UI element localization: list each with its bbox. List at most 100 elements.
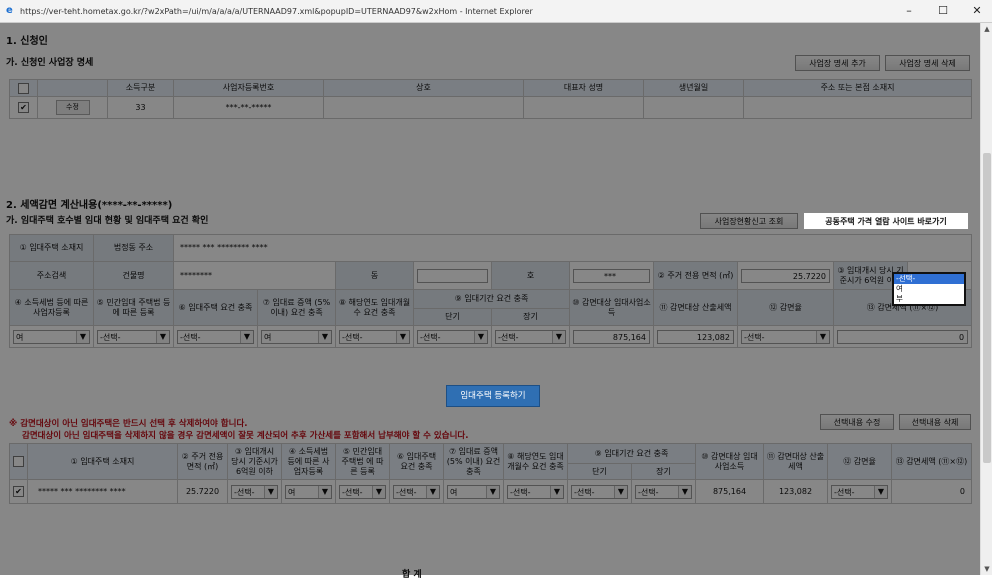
warning-line-2: 감면대상이 아닌 임대주택을 삭제하지 않을 경우 감면세액이 잘못 계산되어 … <box>22 431 469 441</box>
vertical-scrollbar[interactable]: ▲ ▼ <box>980 23 992 575</box>
dropdown-option-yes[interactable]: 여 <box>894 284 964 294</box>
rental-law-select[interactable]: -선택- ▼ <box>97 329 170 344</box>
rent-increase-label: ⑦ 임대료 증액 (5% 이내) 요건 충족 <box>257 289 336 326</box>
list-req-select[interactable]: -선택- ▼ <box>393 484 440 499</box>
window-url: https://ver-teht.hometax.go.kr/?w2xPath=… <box>20 6 533 16</box>
list-col-reduce-tax: ⑬ 감면세액 (⑪×⑫) <box>891 443 972 480</box>
scroll-down-icon[interactable]: ▼ <box>981 563 992 575</box>
select-all-checkbox[interactable] <box>18 82 29 94</box>
list-col-rate: ⑫ 감면율 <box>827 443 892 480</box>
long-term-label: 장기 <box>491 308 570 326</box>
chevron-down-icon: ▼ <box>318 330 331 343</box>
housing-entry-table: ① 임대주택 소재지 법정동 주소 ***** *** ******** ***… <box>9 234 973 348</box>
list-area-value: 25.7220 <box>177 479 228 504</box>
section1-title: 1. 신청인 <box>6 36 48 47</box>
table-row[interactable]: ✔ ***** *** ******** **** 25.7220 -선택- ▼ … <box>9 479 972 504</box>
delete-business-button[interactable]: 사업장 명세 삭제 <box>885 55 970 71</box>
chevron-down-icon: ▼ <box>240 330 253 343</box>
bizno-value: ***-**-***** <box>173 96 324 119</box>
req-label: ⑥ 임대주택 요건 충족 <box>173 289 258 326</box>
row-checkbox[interactable]: ✔ <box>18 102 29 113</box>
rent-increase-select[interactable]: 여 ▼ <box>261 329 332 344</box>
address-label: ① 임대주택 소재지 <box>9 234 94 262</box>
company-name-value <box>323 96 524 119</box>
list-long-select[interactable]: -선택- ▼ <box>635 484 692 499</box>
chevron-down-icon: ▼ <box>874 485 887 498</box>
minimize-button[interactable]: – <box>892 0 926 22</box>
price-dropdown-list[interactable]: -선택- 여 부 <box>892 272 966 306</box>
ho-label: 호 <box>491 261 570 290</box>
list-rent-increase-select[interactable]: 여 ▼ <box>447 484 500 499</box>
req-select[interactable]: -선택- ▼ <box>177 329 254 344</box>
long-term-select[interactable]: -선택- ▼ <box>495 329 566 344</box>
rate-select[interactable]: -선택- ▼ <box>741 329 830 344</box>
business-table: 소득구분 사업자등록번호 상호 대표자 성명 생년월일 주소 또는 본점 소재지… <box>9 79 972 119</box>
reduce-income-label: ⑩ 감면대상 임대사업소득 <box>569 289 654 326</box>
business-status-lookup-button[interactable]: 사업장현황신고 조회 <box>700 213 798 229</box>
year-count-select[interactable]: -선택- ▼ <box>339 329 410 344</box>
chevron-down-icon: ▼ <box>264 485 277 498</box>
short-term-label: 단기 <box>413 308 492 326</box>
close-button[interactable]: ✕ <box>960 0 992 22</box>
address-search-button[interactable]: 주소검색 <box>9 261 94 290</box>
chevron-down-icon: ▼ <box>552 330 565 343</box>
col-birthdate: 생년월일 <box>643 79 744 97</box>
dong-input[interactable] <box>417 268 488 283</box>
legal-dong-value: ***** *** ******** **** <box>172 234 973 262</box>
reduce-income-input[interactable]: 875,164 <box>573 329 650 344</box>
chevron-down-icon: ▼ <box>486 485 499 498</box>
list-row-checkbox[interactable]: ✔ <box>13 486 24 497</box>
section1-subtitle: 가. 신청인 사업장 명세 <box>6 58 94 68</box>
chevron-down-icon: ▼ <box>426 485 439 498</box>
maximize-button[interactable]: ☐ <box>926 0 960 22</box>
income-tax-select[interactable]: 여 ▼ <box>13 329 90 344</box>
rental-law-label: ⑤ 민간임대 주택법 등에 따른 등록 <box>93 289 174 326</box>
header-blank <box>37 79 108 97</box>
page-content: 1. 신청인 가. 신청인 사업장 명세 사업장 명세 추가 사업장 명세 삭제… <box>0 23 980 580</box>
chevron-down-icon: ▼ <box>614 485 627 498</box>
list-short-select[interactable]: -선택- ▼ <box>571 484 628 499</box>
register-housing-button[interactable]: 임대주택 등록하기 <box>446 385 540 407</box>
list-rate-select[interactable]: -선택- ▼ <box>831 484 888 499</box>
chevron-down-icon: ▼ <box>678 485 691 498</box>
list-address-value: ***** *** ******** **** <box>27 479 178 504</box>
scroll-up-icon[interactable]: ▲ <box>981 23 992 35</box>
list-calc-tax-value: 123,082 <box>763 479 828 504</box>
add-business-button[interactable]: 사업장 명세 추가 <box>795 55 880 71</box>
list-col-year-count: ⑧ 해당연도 임대개월수 요건 충족 <box>503 443 568 480</box>
dropdown-option-select[interactable]: -선택- <box>894 274 964 284</box>
dropdown-option-no[interactable]: 부 <box>894 294 964 304</box>
ho-input[interactable]: *** <box>573 268 650 283</box>
list-select-all-checkbox[interactable] <box>13 456 24 467</box>
chevron-down-icon: ▼ <box>318 485 331 498</box>
calc-tax-input[interactable]: 123,082 <box>657 329 734 344</box>
list-reduce-income-value: 875,164 <box>695 479 764 504</box>
list-income-tax-select[interactable]: 여 ▼ <box>285 484 332 499</box>
list-col-calc-tax: ⑪ 감면대상 산출세액 <box>763 443 828 480</box>
apartment-price-site-link-button[interactable]: 공동주택 가격 열람 사이트 바로가기 <box>803 212 969 230</box>
chevron-down-icon: ▼ <box>76 330 89 343</box>
scroll-thumb[interactable] <box>983 153 991 463</box>
short-term-select[interactable]: -선택- ▼ <box>417 329 488 344</box>
area-input[interactable]: 25.7220 <box>741 268 830 283</box>
area-label: ② 주거 전용 면적 (㎡) <box>653 261 738 290</box>
list-price-select[interactable]: -선택- ▼ <box>231 484 278 499</box>
edit-row-button[interactable]: 수정 <box>55 100 90 115</box>
edit-selected-button[interactable]: 선택내용 수정 <box>820 414 894 430</box>
table-row[interactable]: ✔ 수정 33 ***-**-***** <box>9 96 972 119</box>
list-col-rent-increase: ⑦ 임대료 증액 (5% 이내) 요건 충족 <box>443 443 504 480</box>
reduce-tax-input[interactable]: 0 <box>837 329 969 344</box>
list-col-short: 단기 <box>567 463 632 480</box>
header-checkbox-cell[interactable] <box>9 79 38 97</box>
chevron-down-icon: ▼ <box>816 330 829 343</box>
window-titlebar: e https://ver-teht.hometax.go.kr/?w2xPat… <box>0 0 992 23</box>
calc-tax-label: ⑪ 감면대상 산출세액 <box>653 289 738 326</box>
section2-subtitle: 가. 임대주택 호수별 임대 현황 및 임대주택 요건 확인 <box>6 216 209 226</box>
income-tax-label: ④ 소득세법 등에 따른 사업자등록 <box>9 289 94 326</box>
total-label: 합 계 <box>402 570 422 580</box>
list-col-rental-law: ⑤ 민간임대 주택법 에 따른 등록 <box>335 443 390 480</box>
delete-selected-button[interactable]: 선택내용 삭제 <box>899 414 971 430</box>
col-income-type: 소득구분 <box>107 79 174 97</box>
list-rental-law-select[interactable]: -선택- ▼ <box>339 484 386 499</box>
list-year-count-select[interactable]: -선택- ▼ <box>507 484 564 499</box>
